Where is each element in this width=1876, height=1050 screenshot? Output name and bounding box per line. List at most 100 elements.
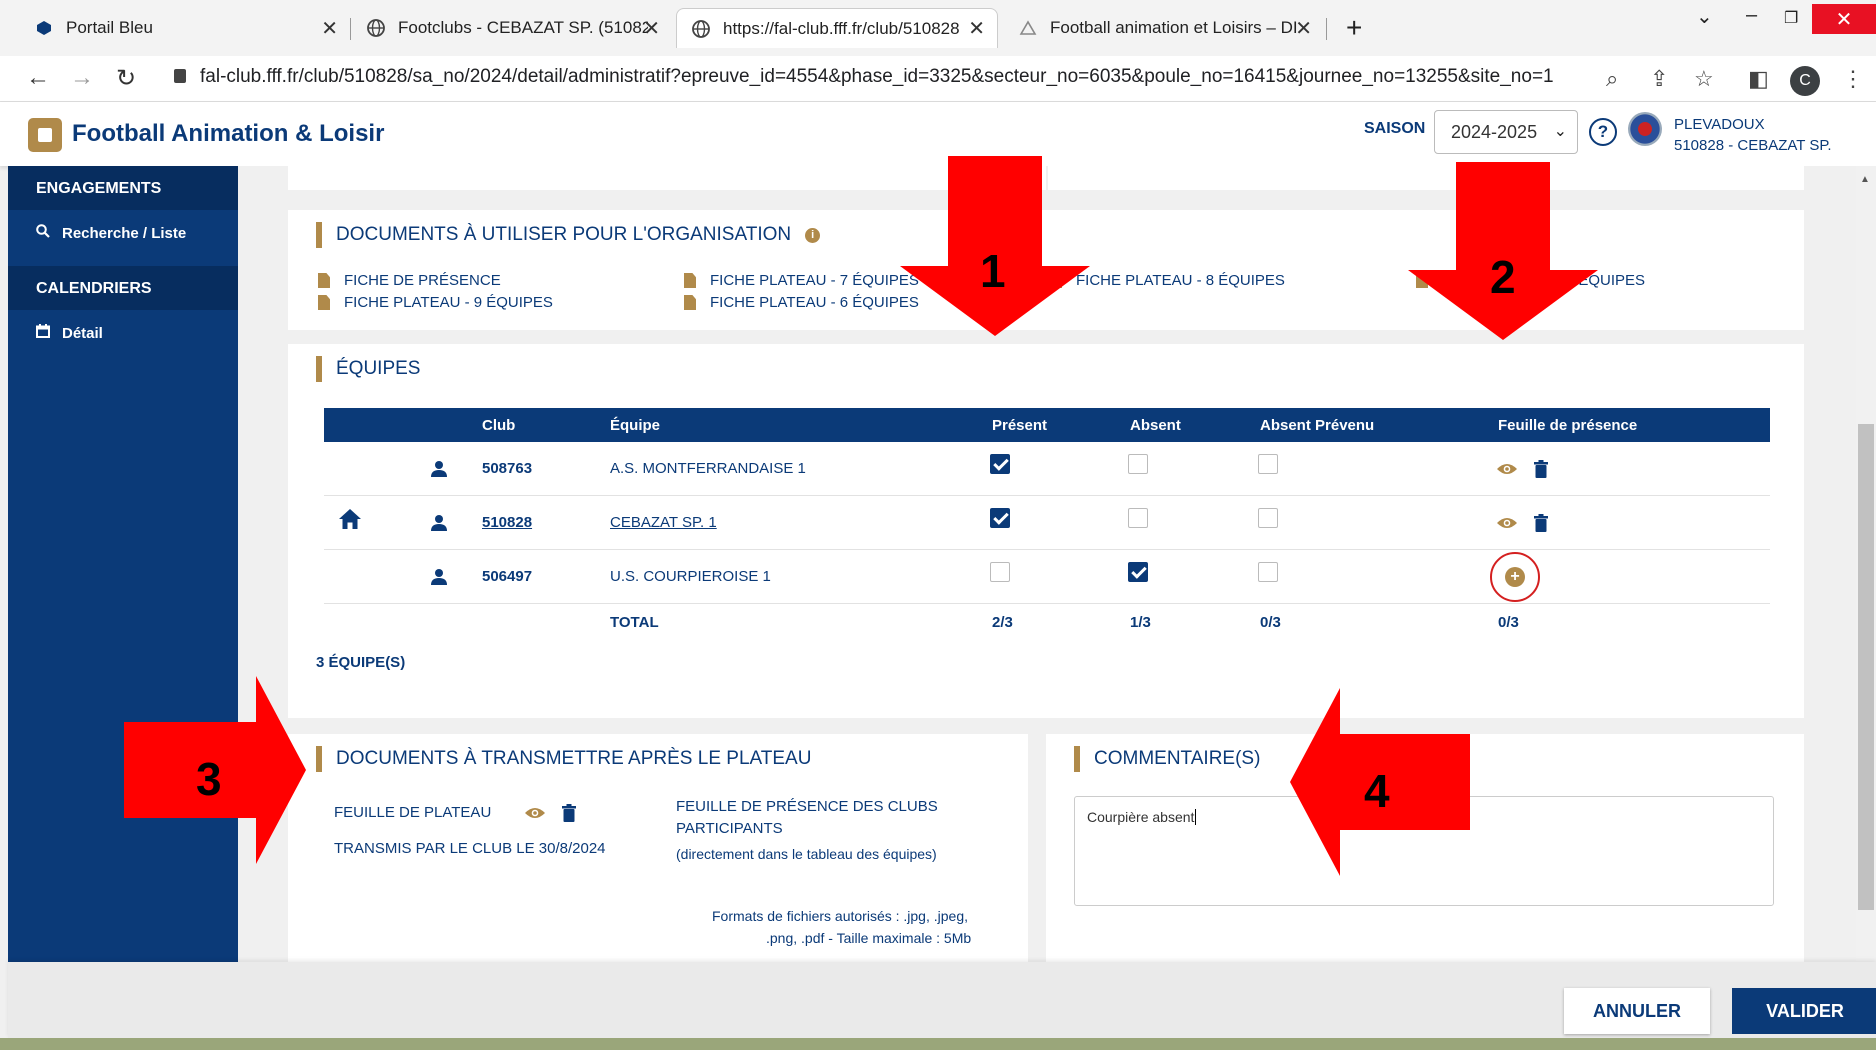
absent-prevenu-checkbox[interactable]	[1258, 454, 1278, 474]
section-title-text: DOCUMENTS À TRANSMETTRE APRÈS LE PLATEAU	[336, 748, 812, 769]
section-title-text: COMMENTAIRE(S)	[1094, 748, 1261, 769]
col-absent-prevenu: Absent Prévenu	[1260, 417, 1375, 434]
minimize-icon[interactable]: –	[1746, 4, 1757, 27]
comment-text: Courpière absent	[1087, 809, 1195, 825]
browser-tab-fal[interactable]: Football animation et Loisirs – DI ✕	[1004, 8, 1324, 48]
equipes-card: ÉQUIPES Club Équipe Présent Absent Absen…	[288, 344, 1804, 718]
close-icon[interactable]: ✕	[321, 16, 338, 41]
text-caret	[1195, 809, 1197, 825]
new-tab-icon[interactable]: +	[1346, 12, 1362, 44]
section-title-text: ÉQUIPES	[336, 358, 421, 379]
home-icon	[339, 509, 361, 529]
browser-tab-portail[interactable]: Portail Bleu ✕	[20, 8, 350, 48]
add-sheet-plus-icon[interactable]: +	[1505, 567, 1525, 587]
browser-tab-footclubs[interactable]: Footclubs - CEBAZAT SP. (510828 ✕	[352, 8, 672, 48]
user-info[interactable]: PLEVADOUX 510828 - CEBAZAT SP.	[1674, 114, 1832, 156]
scrollbar-thumb[interactable]	[1858, 424, 1874, 910]
table-header: Club Équipe Présent Absent Absent Préven…	[324, 408, 1770, 442]
window-close-icon[interactable]: ✕	[1812, 4, 1876, 34]
present-checkbox[interactable]	[990, 454, 1010, 474]
present-checkbox[interactable]	[990, 508, 1010, 528]
eye-icon[interactable]	[524, 806, 546, 820]
info-icon[interactable]: i	[805, 227, 821, 243]
total-absent: 1/3	[1130, 614, 1151, 631]
user-name: PLEVADOUX	[1674, 116, 1765, 133]
back-arrow-icon[interactable]: ←	[26, 64, 50, 92]
doc-fiche-plateau-9[interactable]: FICHE PLATEAU - 9 ÉQUIPES	[318, 294, 553, 311]
globe-icon	[366, 18, 386, 38]
scroll-up-icon[interactable]: ▲	[1860, 174, 1870, 185]
annotation-number-3: 3	[196, 753, 222, 805]
absent-checkbox[interactable]	[1128, 562, 1148, 582]
transmis-date: TRANSMIS PAR LE CLUB LE 30/8/2024	[334, 840, 606, 857]
tab-search-chevron-icon[interactable]: ⌄	[1696, 4, 1713, 29]
equipes-count: 3 ÉQUIPE(S)	[316, 654, 406, 671]
browser-tab-active[interactable]: https://fal-club.fff.fr/club/510828 ✕	[676, 8, 998, 48]
sidebar-item-label: Détail	[62, 324, 103, 342]
transmettre-docs-card: DOCUMENTS À TRANSMETTRE APRÈS LE PLATEAU…	[288, 734, 1028, 962]
doc-label: FICHE PLATEAU - 9 ÉQUIPES	[344, 294, 553, 311]
close-icon[interactable]: ✕	[1295, 16, 1312, 41]
section-title-text: DOCUMENTS À UTILISER POUR L'ORGANISATION	[336, 224, 792, 245]
close-icon[interactable]: ✕	[968, 16, 985, 41]
restore-icon[interactable]: ❐	[1784, 8, 1798, 28]
col-feuille: Feuille de présence	[1498, 417, 1638, 434]
help-icon[interactable]: ?	[1589, 118, 1617, 146]
eye-icon[interactable]	[1496, 516, 1518, 530]
reload-icon[interactable]: ↻	[116, 64, 136, 93]
formats-line1: Formats de fichiers autorisés : .jpg, .j…	[712, 908, 968, 924]
title-accent	[316, 746, 322, 772]
profile-avatar[interactable]: C	[1790, 66, 1820, 96]
tab-title: Football animation et Loisirs – DI	[1050, 18, 1298, 37]
feuille-plateau-label: FEUILLE DE PLATEAU	[334, 804, 492, 821]
lock-icon	[174, 69, 186, 83]
transmettre-title: DOCUMENTS À TRANSMETTRE APRÈS LE PLATEAU	[316, 746, 811, 772]
trash-icon[interactable]	[1534, 460, 1548, 478]
feuille-presence-line2: PARTICIPANTS	[676, 820, 783, 837]
calendar-icon	[36, 324, 50, 342]
eye-icon[interactable]	[1496, 462, 1518, 476]
club-number-link[interactable]: 510828	[482, 514, 532, 531]
doc-fiche-plateau-6[interactable]: FICHE PLATEAU - 6 ÉQUIPES	[684, 294, 919, 311]
valider-button[interactable]: VALIDER	[1732, 988, 1876, 1034]
tab-title: Footclubs - CEBAZAT SP. (510828	[398, 18, 648, 37]
team-name-link[interactable]: CEBAZAT SP. 1	[610, 514, 717, 531]
saison-value: 2024-2025	[1451, 122, 1538, 142]
bookmark-star-icon[interactable]: ☆	[1694, 66, 1714, 92]
file-icon	[684, 295, 696, 310]
tab-title: Portail Bleu	[66, 18, 153, 37]
club-crest-icon	[1628, 112, 1662, 146]
absent-prevenu-checkbox[interactable]	[1258, 508, 1278, 528]
doc-fiche-presence[interactable]: FICHE DE PRÉSENCE	[318, 272, 501, 289]
tab-separator	[1326, 18, 1327, 40]
absent-checkbox[interactable]	[1128, 508, 1148, 528]
trash-icon[interactable]	[562, 804, 576, 822]
absent-prevenu-checkbox[interactable]	[1258, 562, 1278, 582]
present-checkbox[interactable]	[990, 562, 1010, 582]
trash-icon[interactable]	[1534, 514, 1548, 532]
app-title[interactable]: Football Animation & Loisir	[72, 120, 384, 148]
annuler-button[interactable]: ANNULER	[1564, 988, 1710, 1034]
os-taskbar	[0, 1038, 1876, 1050]
sidebar-item-label: Recherche / Liste	[62, 224, 187, 242]
file-icon	[318, 295, 330, 310]
feuille-presence-line1: FEUILLE DE PRÉSENCE DES CLUBS	[676, 798, 938, 815]
col-club: Club	[482, 417, 516, 434]
sidebar-item-recherche[interactable]: Recherche / Liste	[36, 224, 186, 242]
annotation-number-1: 1	[980, 245, 1006, 297]
side-panel-icon[interactable]: ◧	[1748, 66, 1769, 92]
share-icon[interactable]: ⇪	[1650, 66, 1668, 92]
sidebar-item-detail[interactable]: Détail	[36, 324, 103, 342]
table-row: 506497 U.S. COURPIEROISE 1 +	[324, 550, 1770, 604]
app-logo-icon	[28, 118, 62, 152]
close-icon[interactable]: ✕	[643, 16, 660, 41]
zoom-icon[interactable]: ⌕	[1606, 66, 1618, 92]
table-row: 510828 CEBAZAT SP. 1	[324, 496, 1770, 550]
url-field[interactable]: fal-club.fff.fr/club/510828/sa_no/2024/d…	[174, 66, 1554, 88]
absent-checkbox[interactable]	[1128, 454, 1148, 474]
menu-kebab-icon[interactable]: ⋮	[1842, 66, 1864, 92]
tab-separator	[350, 18, 351, 40]
doc-fiche-plateau-7[interactable]: FICHE PLATEAU - 7 ÉQUIPES	[684, 272, 919, 289]
saison-select[interactable]: 2024-2025 ⌄	[1434, 110, 1578, 154]
forward-arrow-icon[interactable]: →	[70, 64, 94, 92]
